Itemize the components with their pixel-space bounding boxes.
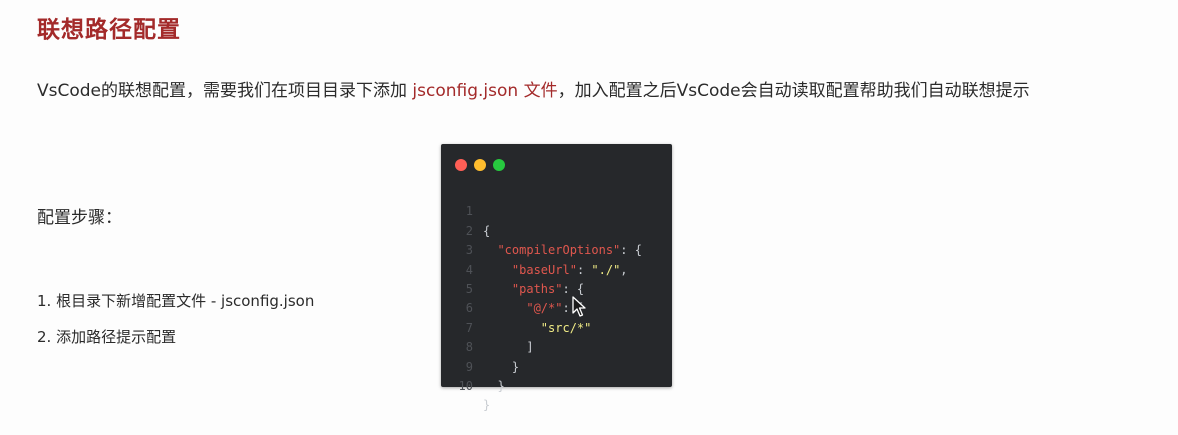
minimize-dot-icon (474, 159, 486, 171)
step-item-1: 1. 根目录下新增配置文件 - jsconfig.json (37, 292, 315, 310)
code-line: 10 } (441, 358, 672, 412)
code-punct: } (483, 398, 491, 413)
intro-text-after: ，加入配置之后VsCode会自动读取配置帮助我们自动联想提示 (557, 81, 1030, 101)
code-lines: 1 { 2 "compilerOptions": { 3 "baseUrl": … (441, 183, 672, 412)
line-number: 10 (458, 378, 473, 393)
code-line: 2 "compilerOptions": { (441, 202, 672, 257)
intro-text-before: VsCode的联想配置，需要我们在项目目录下添加 (37, 81, 413, 101)
step-item-2: 2. 添加路径提示配置 (37, 328, 177, 346)
code-line: 7 ] (441, 299, 672, 354)
code-punct: } (497, 378, 505, 393)
code-line: 5 "@/*": [ (441, 261, 672, 315)
mouse-pointer-icon (572, 296, 586, 317)
code-snippet-window: 1 { 2 "compilerOptions": { 3 "baseUrl": … (441, 144, 672, 412)
code-line: 1 { (441, 183, 672, 237)
code-line: 6 "src/*" (441, 280, 672, 334)
code-line: 3 "baseUrl": "./", (441, 222, 672, 276)
maximize-dot-icon (493, 159, 505, 171)
steps-heading: 配置步骤： (37, 208, 122, 228)
code-text: } (483, 377, 505, 396)
window-controls (455, 159, 505, 171)
intro-paragraph: VsCode的联想配置，需要我们在项目目录下添加 jsconfig.json 文… (37, 75, 1147, 108)
page-title: 联想路径配置 (37, 17, 181, 43)
code-text: } (483, 396, 490, 415)
code-line: 4 "paths": { (441, 241, 672, 296)
code-line: 8 } (441, 319, 672, 373)
intro-highlight-filename: jsconfig.json 文件 (412, 81, 558, 101)
code-line: 9 } (441, 338, 672, 393)
close-dot-icon (455, 159, 467, 171)
